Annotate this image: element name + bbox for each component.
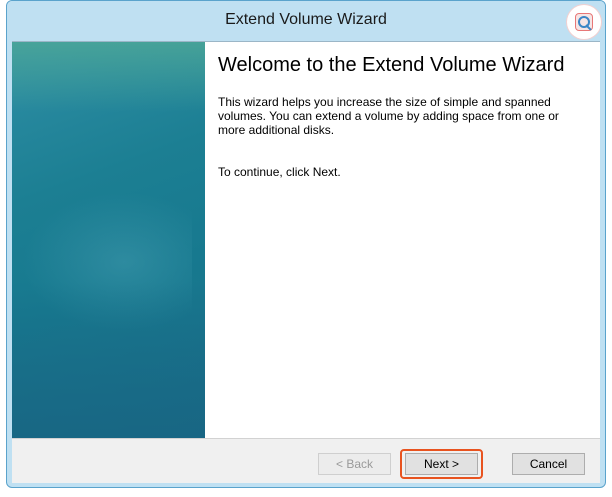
wizard-description: This wizard helps you increase the size …: [218, 95, 559, 137]
title-bar[interactable]: Extend Volume Wizard: [7, 1, 605, 41]
window-title: Extend Volume Wizard: [225, 11, 387, 28]
continue-instruction: To continue, click Next.: [218, 165, 341, 179]
side-banner-image: [12, 42, 205, 442]
banner-highlight: [12, 42, 205, 112]
button-bar: < Back Next > Cancel: [12, 438, 600, 483]
page-title: Welcome to the Extend Volume Wizard: [218, 54, 565, 76]
wizard-content: Welcome to the Extend Volume Wizard This…: [12, 41, 600, 442]
banner-shadow: [12, 282, 205, 442]
wizard-window: Extend Volume Wizard Welcome to the Exte…: [6, 0, 606, 488]
screen-capture-icon[interactable]: [567, 5, 601, 39]
welcome-panel: Welcome to the Extend Volume Wizard This…: [218, 54, 578, 179]
back-button[interactable]: < Back: [318, 453, 391, 475]
cancel-button[interactable]: Cancel: [512, 453, 585, 475]
next-button[interactable]: Next >: [405, 453, 478, 475]
